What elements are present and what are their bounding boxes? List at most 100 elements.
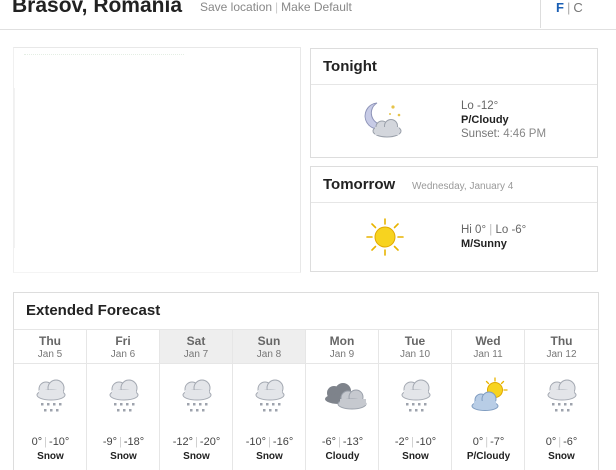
tomorrow-high: Hi 0° [461,224,487,236]
day-low: -13° [342,436,364,448]
city-title: Brasov, Romania [12,0,182,17]
day-condition: Snow [183,451,210,462]
day-condition: Snow [256,451,283,462]
day-name: Wed [475,334,501,348]
tomorrow-details: Hi 0° | Lo -6° M/Sunny [461,223,526,251]
forecast-day[interactable]: Sat Jan 7 -12° | -20° Snow [160,330,233,470]
day-temps: 0° | -10° [14,436,87,448]
temp-divider: | [489,224,493,236]
forecast-day[interactable]: Sun Jan 8 -10° | -16° Snow [233,330,306,470]
tonight-panel: Tonight Lo -12° P/Cloudy Sunset: 4:46 PM [310,48,598,158]
snow-icon [87,376,160,416]
day-low: -6° [563,436,578,448]
location-header: Brasov, Romania Save location | Make Defau… [0,0,616,30]
temp-divider: | [195,436,198,448]
day-high: -12° [172,436,194,448]
extended-title: Extended Forecast [26,302,161,319]
day-low: -7° [490,436,505,448]
tomorrow-header: Tomorrow Wednesday, January 4 [311,167,597,203]
unit-c-button[interactable]: C [573,0,582,15]
map-border-line [24,54,184,62]
day-low: -10° [49,436,70,448]
temp-divider: | [268,436,271,448]
moon-cloud-icon [363,99,407,144]
day-high: -6° [321,436,336,448]
day-low: -20° [199,436,221,448]
day-high: -10° [245,436,267,448]
extended-forecast-panel: Extended Forecast Thu Jan 5 0° | -10° Snow Fri… [13,292,599,470]
day-date: Jan 11 [473,349,503,360]
day-high: 0° [545,436,557,448]
temp-divider: | [119,436,122,448]
unit-divider: | [566,0,571,15]
forecast-day[interactable]: Thu Jan 5 0° | -10° Snow [14,330,87,470]
day-header: Fri Jan 6 [87,330,159,364]
tonight-condition: P/Cloudy [461,114,509,126]
day-high: 0° [31,436,43,448]
extended-header: Extended Forecast [14,293,598,330]
tonight-low: Lo -12° [461,100,499,112]
day-name: Thu [550,334,573,348]
day-condition: P/Cloudy [466,451,511,462]
day-temps: -2° | -10° [379,436,452,448]
tomorrow-panel: Tomorrow Wednesday, January 4 Hi 0° | Lo… [310,166,598,272]
day-condition: Snow [402,451,429,462]
tonight-title: Tonight [323,58,377,75]
day-temps: -9° | -18° [87,436,160,448]
day-temps: -12° | -20° [160,436,233,448]
day-name: Sun [257,334,281,348]
forecast-day[interactable]: Wed Jan 11 0° | -7° P/Cloudy [452,330,525,470]
tomorrow-low: Lo -6° [495,224,527,236]
tonight-details: Lo -12° P/Cloudy Sunset: 4:46 PM [461,99,546,141]
day-date: Jan 8 [256,349,282,360]
day-header: Sat Jan 7 [160,330,232,364]
day-date: Jan 9 [329,349,355,360]
map-edge [14,88,15,248]
day-temps: 0° | -6° [525,436,598,448]
day-header: Mon Jan 9 [306,330,378,364]
day-low: -10° [415,436,437,448]
snow-icon [160,376,233,416]
radar-map-placeholder[interactable] [13,47,301,273]
snow-icon [525,376,598,416]
unit-f-button[interactable]: F [556,0,564,15]
link-divider: | [275,0,279,14]
cloudy-icon [306,376,379,416]
day-condition: Snow [548,451,575,462]
day-date: Jan 5 [37,349,63,360]
tonight-header: Tonight [311,49,597,85]
day-low: -16° [272,436,294,448]
day-high: -2° [394,436,409,448]
forecast-days: Thu Jan 5 0° | -10° Snow Fri Jan 6 -9° | -18° Snow S… [14,330,600,470]
forecast-day[interactable]: Tue Jan 10 -2° | -10° Snow [379,330,452,470]
day-header: Thu Jan 5 [14,330,86,364]
forecast-day[interactable]: Mon Jan 9 -6° | -13° Cloudy [306,330,379,470]
day-condition: Snow [110,451,137,462]
day-name: Thu [39,334,61,348]
day-high: -9° [102,436,117,448]
temp-divider: | [558,436,562,448]
temp-divider: | [338,436,341,448]
day-date: Jan 12 [546,349,577,360]
forecast-day[interactable]: Thu Jan 12 0° | -6° Snow [525,330,598,470]
tomorrow-condition: M/Sunny [461,238,507,250]
day-high: 0° [472,436,484,448]
save-location-link[interactable]: Save location [200,0,272,14]
day-temps: 0° | -7° [452,436,525,448]
day-name: Fri [115,334,131,348]
day-condition: Snow [37,451,64,462]
tomorrow-date: Wednesday, January 4 [412,181,514,192]
day-low: -18° [123,436,145,448]
day-name: Tue [404,334,426,348]
day-temps: -10° | -16° [233,436,306,448]
day-header: Wed Jan 11 [452,330,524,364]
make-default-link[interactable]: Make Default [281,0,352,14]
sun-icon [365,217,405,262]
day-header: Thu Jan 12 [525,330,598,364]
day-temps: -6° | -13° [306,436,379,448]
sunset-time: 4:46 PM [503,128,547,140]
temp-divider: | [485,436,489,448]
snow-icon [233,376,306,416]
partly-cloudy-icon [452,376,525,416]
forecast-day[interactable]: Fri Jan 6 -9° | -18° Snow [87,330,160,470]
